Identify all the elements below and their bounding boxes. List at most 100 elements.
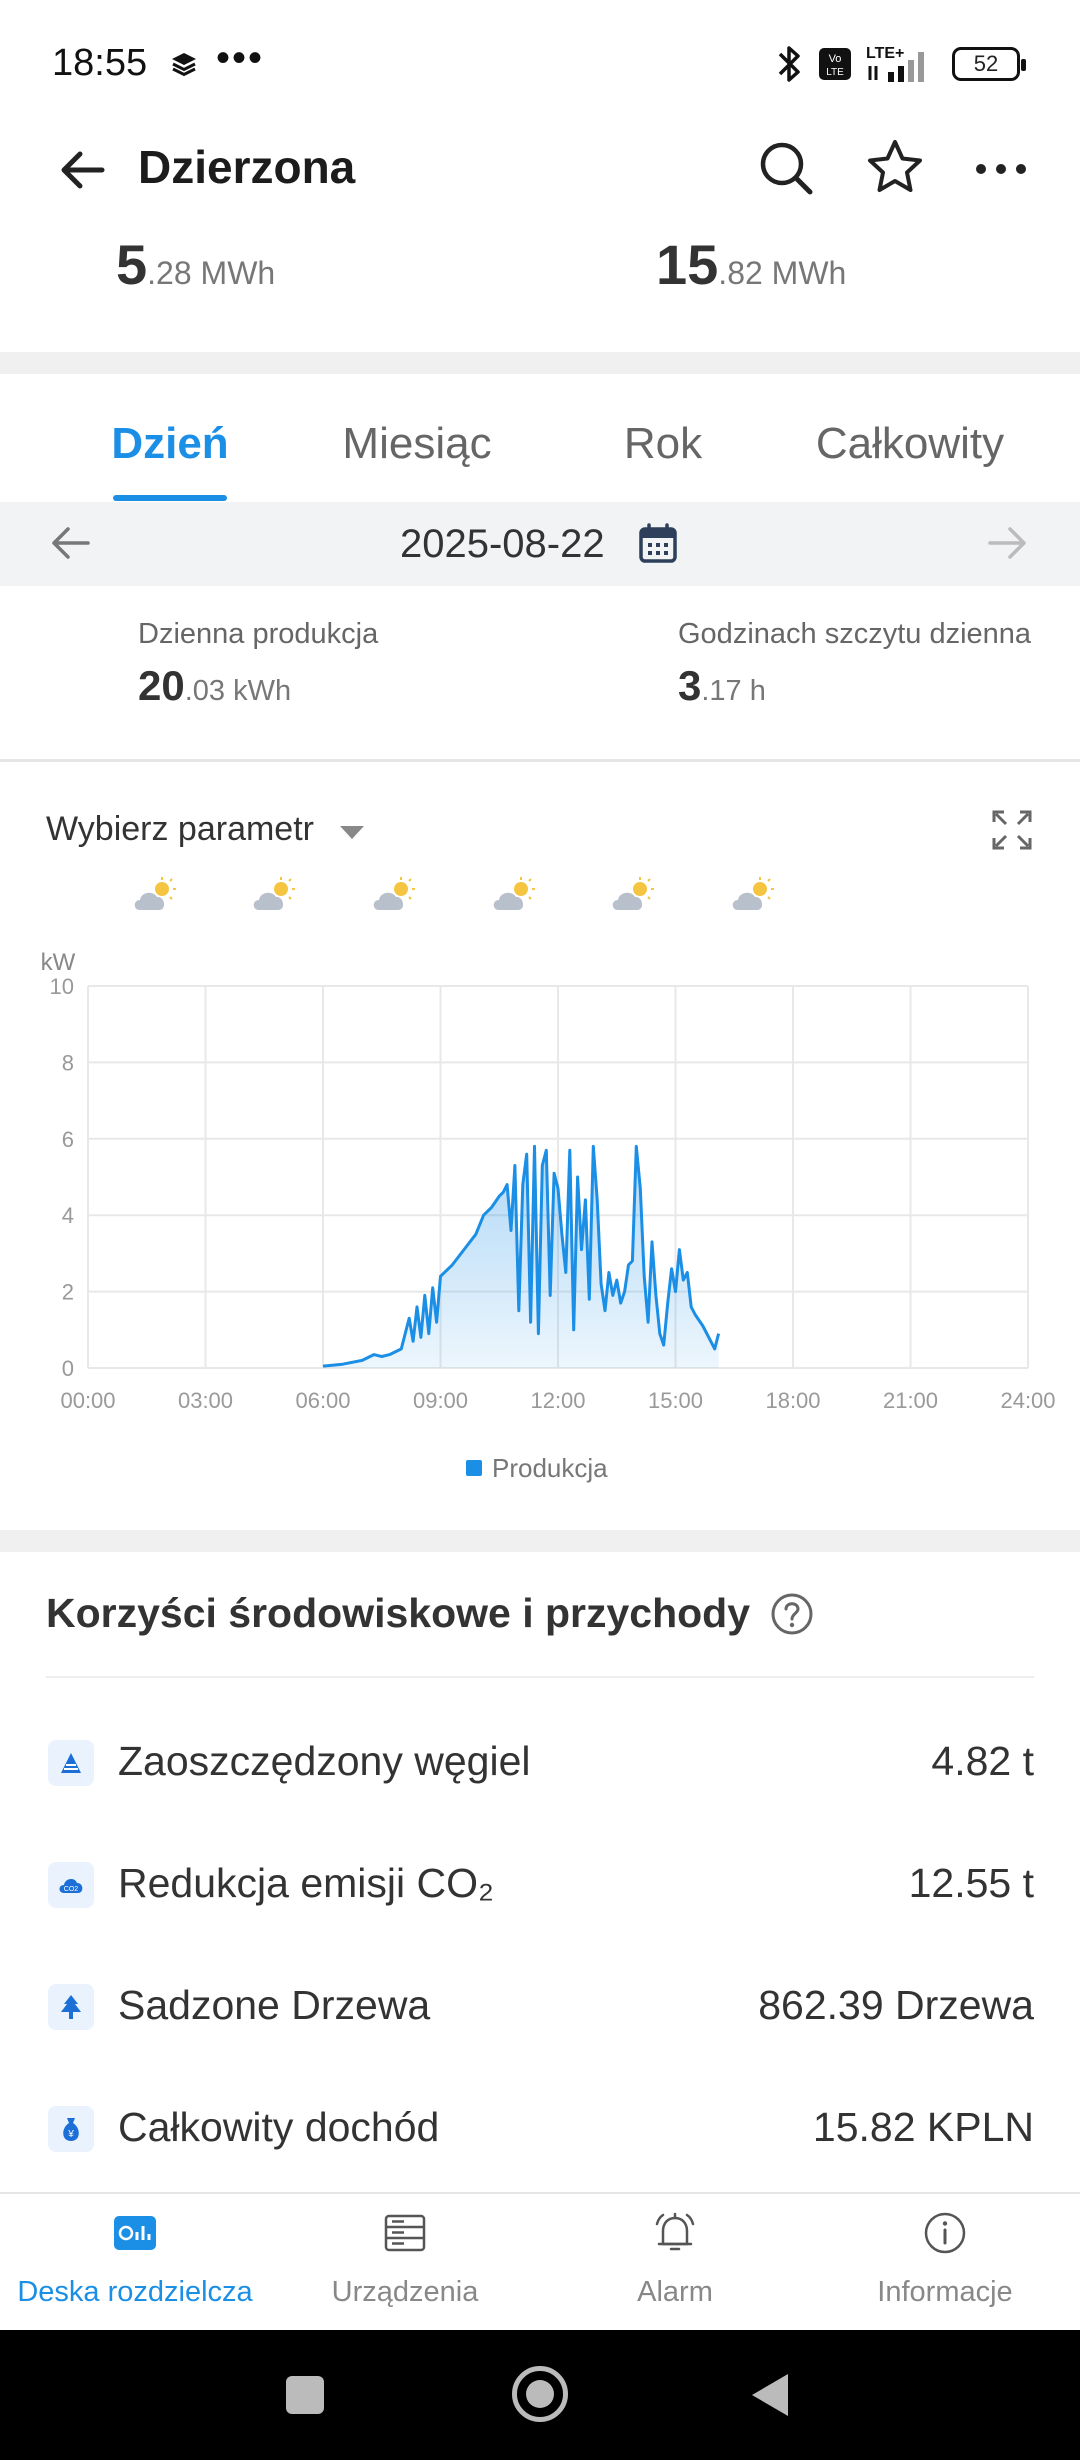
daily-production-value: 20.03 kWh xyxy=(138,662,292,709)
info-icon xyxy=(924,2212,966,2254)
production-chart: kW 0 2 4 6 8 10 00:00 03:00 06:00 09:00 12:00 15:00 1… xyxy=(41,949,1056,1413)
layers-icon xyxy=(172,53,196,77)
x-tick-label: 24:00 xyxy=(1000,1388,1055,1413)
nav-label: Informacje xyxy=(877,2276,1013,2308)
status-icons: Vo LTE LTE+ 52 xyxy=(774,40,1026,88)
daily-production-label: Dzienna produkcja xyxy=(138,618,379,650)
peak-hours-label: Godzinach szczytu dzienna xyxy=(678,618,1032,650)
partly-cloudy-icon xyxy=(253,877,295,910)
y-tick-label: 0 xyxy=(62,1356,74,1381)
app-header: Dzierzona xyxy=(0,120,1080,220)
period-tabs: Dzień Miesiąc Rok Całkowity xyxy=(0,375,1080,501)
x-tick-label: 15:00 xyxy=(648,1388,703,1413)
previous-date-arrow-icon[interactable] xyxy=(48,520,94,566)
benefit-label: Redukcja emisji CO₂ xyxy=(118,1860,494,1906)
network-type: LTE+ xyxy=(866,45,904,62)
x-tick-label: 06:00 xyxy=(295,1388,350,1413)
nav-label: Deska rozdzielcza xyxy=(17,2276,253,2308)
total-energy: 5.28 MWh xyxy=(116,233,276,296)
y-tick-label: 4 xyxy=(62,1203,74,1228)
nav-label: Alarm xyxy=(637,2276,713,2308)
tab-total[interactable]: Całkowity xyxy=(816,419,1004,469)
partly-cloudy-icon xyxy=(373,877,415,910)
signal-icon: LTE+ xyxy=(866,45,924,82)
notification-dots: ••• xyxy=(216,36,265,80)
alarm-bell-icon xyxy=(655,2212,695,2251)
svg-text:¥: ¥ xyxy=(67,2129,74,2140)
benefit-label: Całkowity dochód xyxy=(118,2104,440,2150)
benefit-label: Zaoszczędzony węgiel xyxy=(118,1738,531,1784)
benefit-value: 12.55 t xyxy=(908,1860,1034,1906)
tab-day[interactable]: Dzień xyxy=(111,419,228,469)
calendar-icon[interactable] xyxy=(638,522,678,564)
selected-date[interactable]: 2025-08-22 xyxy=(400,522,605,567)
totals-row: 5.28 MWh 15.82 MWh xyxy=(0,222,1080,352)
battery-indicator: 52 xyxy=(952,47,1026,81)
volte-icon: Vo LTE xyxy=(819,48,851,80)
legend-swatch xyxy=(466,1460,482,1476)
nav-devices[interactable]: Urządzenia xyxy=(270,2194,540,2332)
more-options-icon[interactable] xyxy=(970,138,1032,200)
benefit-value: 862.39 Drzewa xyxy=(758,1982,1034,2028)
recent-apps-icon[interactable] xyxy=(286,2376,324,2414)
y-tick-label: 6 xyxy=(62,1127,74,1152)
x-tick-label: 09:00 xyxy=(413,1388,468,1413)
partly-cloudy-icon xyxy=(732,877,774,910)
parameter-select[interactable]: Wybierz parametr xyxy=(46,810,314,849)
benefit-value: 4.82 t xyxy=(931,1738,1034,1784)
tree-icon xyxy=(48,1984,94,2030)
y-tick-label: 2 xyxy=(62,1280,74,1305)
active-tab-indicator xyxy=(113,495,227,501)
bluetooth-icon xyxy=(778,46,800,82)
svg-text:CO2: CO2 xyxy=(64,1886,79,1893)
svg-text:Vo: Vo xyxy=(829,53,842,65)
x-tick-label: 12:00 xyxy=(530,1388,585,1413)
nav-info[interactable]: Informacje xyxy=(810,2194,1080,2332)
y-tick-label: 10 xyxy=(50,974,74,999)
section-divider xyxy=(0,1530,1080,1552)
benefit-value: 15.82 KPLN xyxy=(812,2104,1034,2150)
dashboard-icon xyxy=(114,2216,156,2250)
tab-month[interactable]: Miesiąc xyxy=(342,419,491,469)
status-bar: 18:55 ••• Vo LTE LTE+ 52 xyxy=(0,0,1080,120)
dropdown-caret-icon[interactable] xyxy=(340,826,364,839)
y-tick-label: 8 xyxy=(62,1050,74,1075)
y-axis-unit: kW xyxy=(41,949,76,976)
x-tick-label: 00:00 xyxy=(60,1388,115,1413)
search-icon[interactable] xyxy=(756,138,816,198)
help-icon[interactable] xyxy=(770,1592,814,1636)
legend-label: Produkcja xyxy=(492,1452,608,1483)
benefit-row-income: ¥ Całkowity dochód 15.82 KPLN xyxy=(0,2082,1080,2172)
home-icon[interactable] xyxy=(512,2366,568,2422)
partly-cloudy-icon xyxy=(134,877,176,910)
section-divider xyxy=(0,352,1080,374)
x-tick-label: 21:00 xyxy=(883,1388,938,1413)
date-navigator: 2025-08-22 xyxy=(0,502,1080,586)
money-bag-icon: ¥ xyxy=(48,2106,94,2152)
page-title: Dzierzona xyxy=(138,141,356,193)
nav-alarm[interactable]: Alarm xyxy=(540,2194,810,2332)
nav-dashboard[interactable]: Deska rozdzielcza xyxy=(0,2194,270,2332)
x-tick-label: 18:00 xyxy=(765,1388,820,1413)
benefits-divider xyxy=(46,1676,1034,1678)
benefits-title: Korzyści środowiskowe i przychody xyxy=(46,1590,751,1636)
benefit-label: Sadzone Drzewa xyxy=(118,1982,431,2028)
svg-text:LTE: LTE xyxy=(826,67,844,78)
back-arrow-icon[interactable] xyxy=(54,142,110,198)
system-back-icon[interactable] xyxy=(752,2374,788,2416)
benefit-row-co2: CO2 Redukcja emisji CO₂ 12.55 t xyxy=(0,1838,1080,1928)
tab-year[interactable]: Rok xyxy=(624,419,702,469)
chart-legend: Produkcja xyxy=(466,1450,608,1486)
status-time: 18:55 xyxy=(52,42,148,84)
partly-cloudy-icon xyxy=(612,877,654,910)
co2-cloud-icon: CO2 xyxy=(48,1862,94,1908)
fullscreen-expand-icon[interactable] xyxy=(990,808,1034,852)
coal-icon xyxy=(48,1740,94,1786)
total-income: 15.82 MWh xyxy=(656,233,847,296)
devices-icon xyxy=(384,2214,426,2252)
nav-label: Urządzenia xyxy=(331,2276,479,2308)
next-date-arrow-icon[interactable] xyxy=(984,520,1030,566)
star-icon[interactable] xyxy=(864,136,926,198)
daily-stats: Dzienna produkcja 20.03 kWh Godzinach sz… xyxy=(0,586,1080,762)
benefit-row-trees: Sadzone Drzewa 862.39 Drzewa xyxy=(0,1960,1080,2050)
